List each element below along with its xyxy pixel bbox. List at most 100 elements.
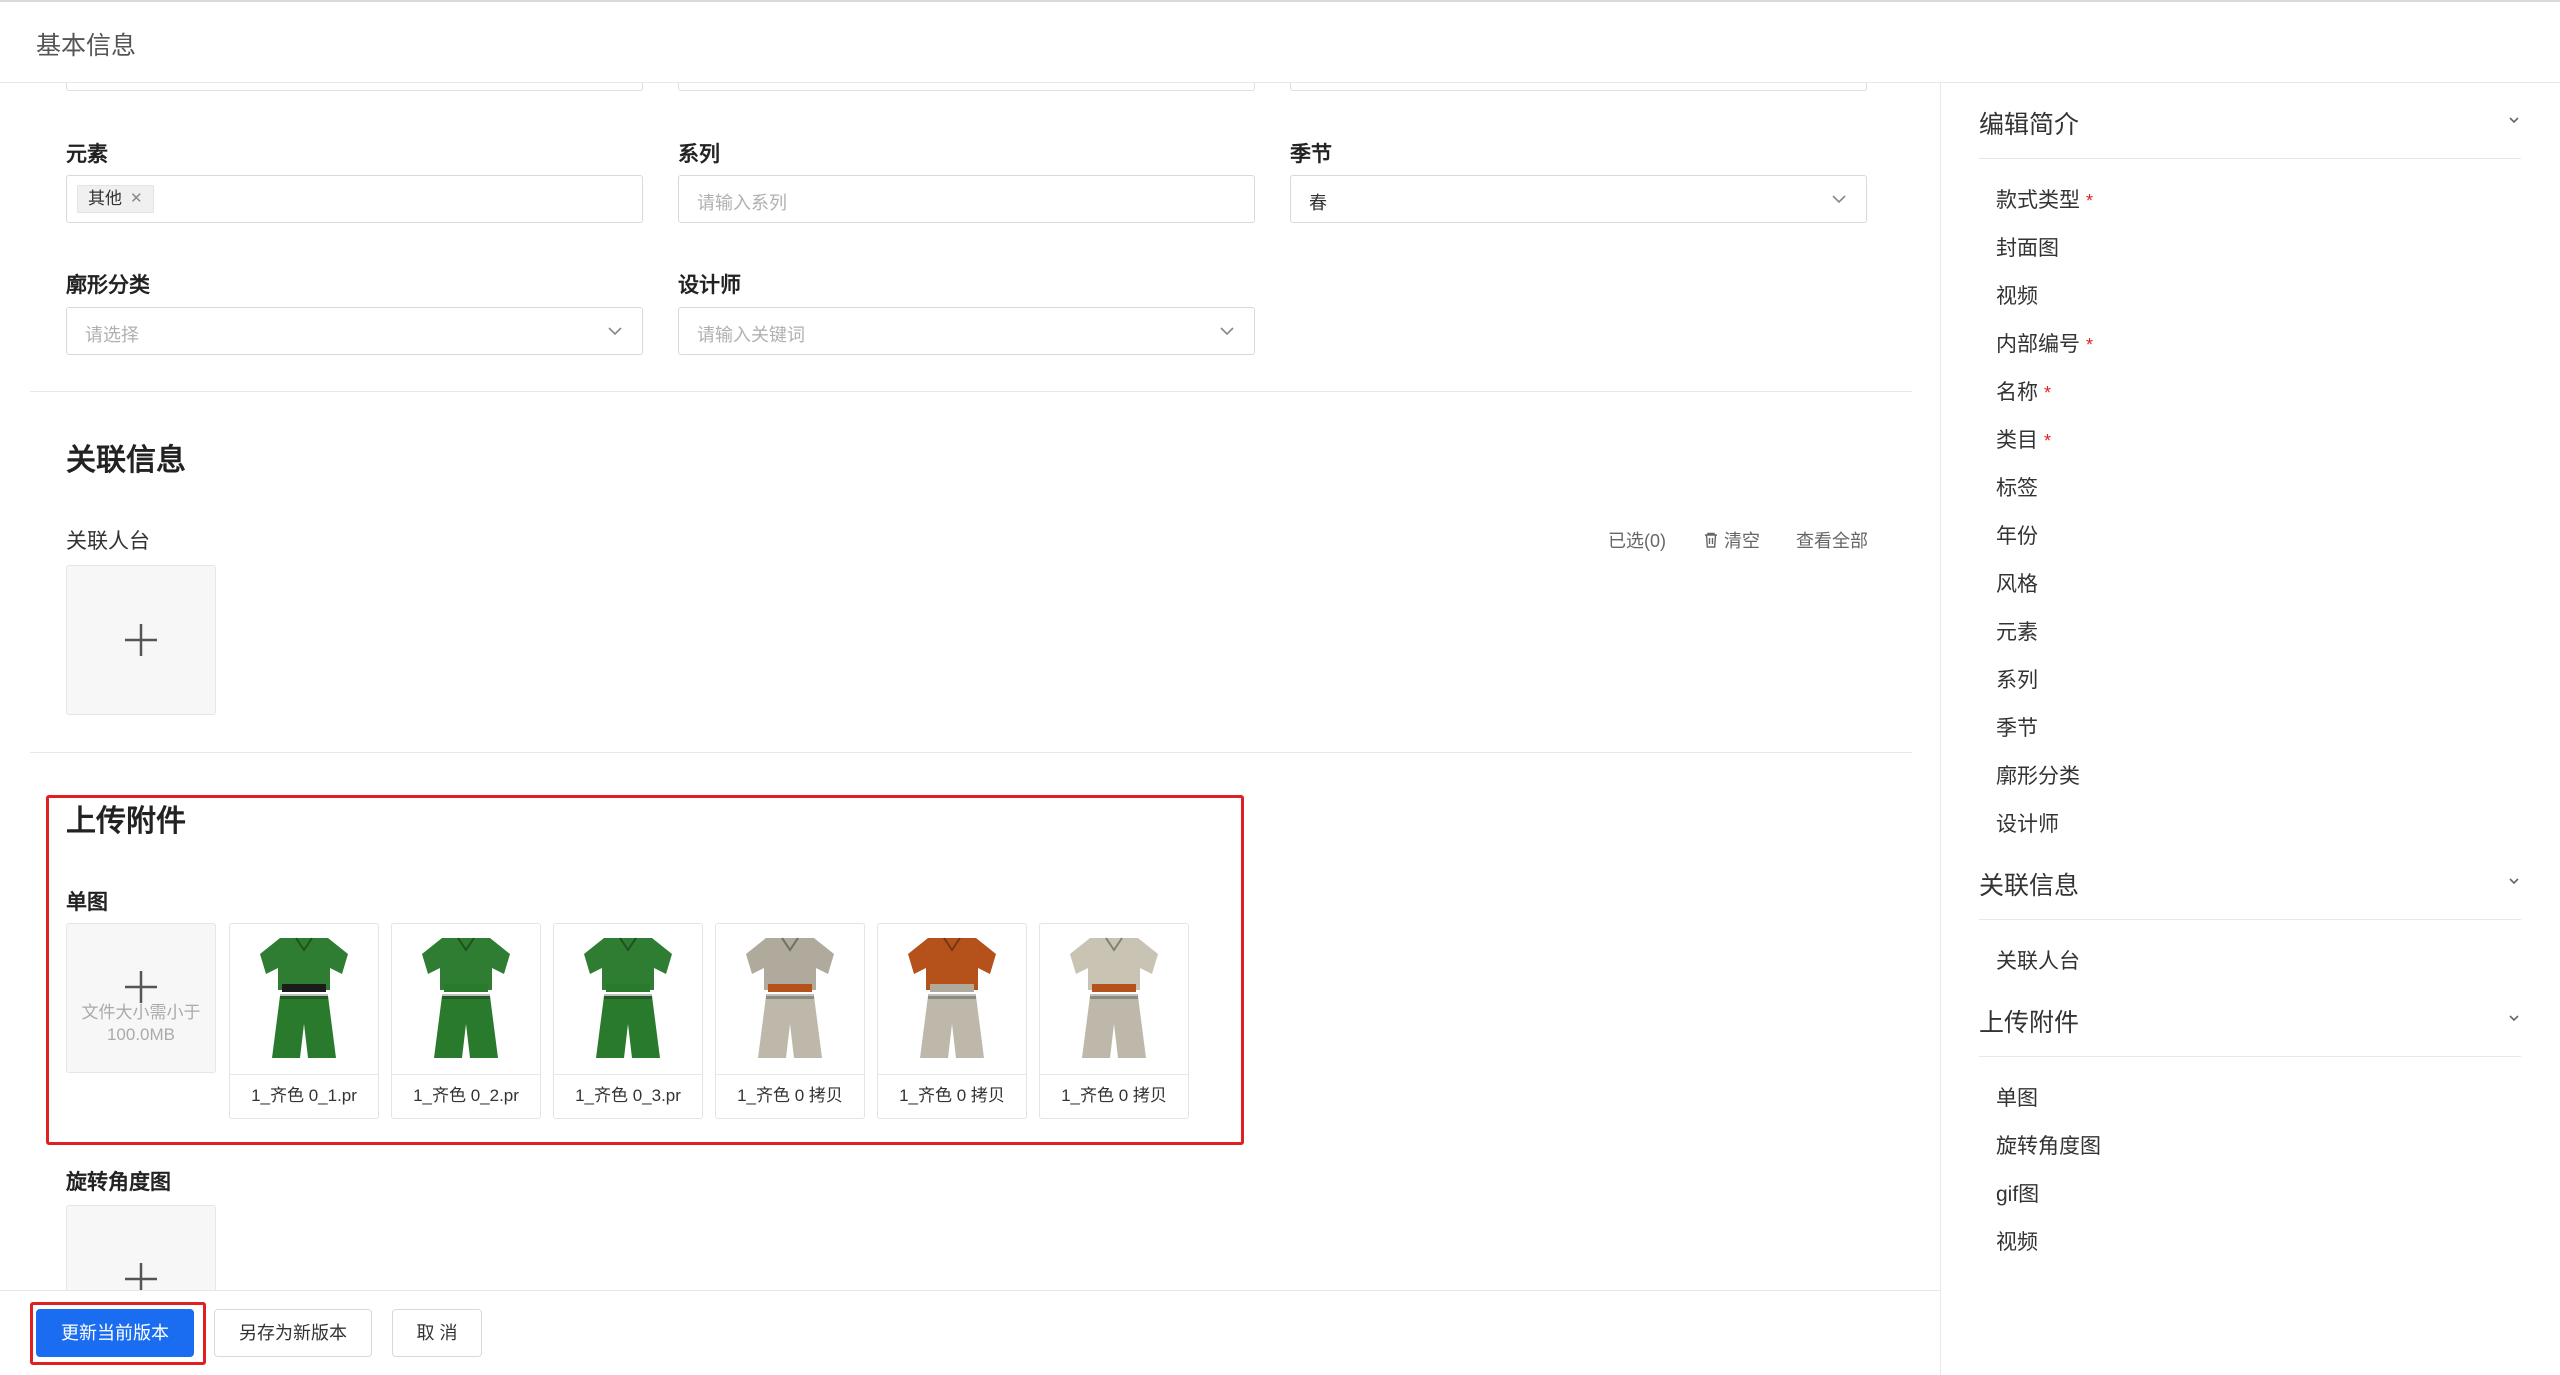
section-divider <box>30 752 1912 753</box>
nav-item-label: 系列 <box>1996 669 2038 692</box>
nav-item-label: 季节 <box>1996 717 2038 740</box>
add-mannequin-button[interactable] <box>66 565 216 715</box>
nav-item-label: 封面图 <box>1996 237 2059 260</box>
nav-item[interactable]: 单图 <box>1996 1082 2038 1112</box>
nav-item[interactable]: 关联人台 <box>1996 945 2080 975</box>
image-thumbnail[interactable]: 1_齐色 0 拷贝 <box>1039 923 1189 1119</box>
nav-item[interactable]: 系列 <box>1996 664 2038 694</box>
nav-item[interactable]: 年份 <box>1996 520 2038 550</box>
nav-group-header[interactable]: 上传附件 <box>1979 1003 2521 1039</box>
top-bar: 基本信息 <box>0 0 2560 83</box>
clear-label: 清空 <box>1724 531 1760 551</box>
nav-item[interactable]: 廓形分类 <box>1996 760 2080 790</box>
nav-item[interactable]: 风格 <box>1996 568 2038 598</box>
nav-group-title: 编辑简介 <box>1979 111 2080 139</box>
nav-item-label: 名称 <box>1996 381 2038 404</box>
nav-item-label: 设计师 <box>1996 813 2059 836</box>
element-field[interactable]: 其他 ✕ <box>66 175 643 223</box>
nav-item[interactable]: 类目 * <box>1996 424 2051 454</box>
section-navigator: 编辑简介 款式类型 * 封面图 视频 内部编号 * 名称 * 类目 * 标签 年份 风格 元素 系列 季节 廓形分… <box>1940 83 2560 1375</box>
image-thumbnail[interactable]: 1_齐色 0_1.pr <box>229 923 379 1119</box>
nav-item[interactable]: 设计师 <box>1996 808 2059 838</box>
clear-button[interactable]: 清空 <box>1702 527 1760 553</box>
season-value: 春 <box>1309 193 1327 213</box>
nav-item-label: 风格 <box>1996 573 2038 596</box>
chevron-down-icon <box>2509 117 2519 124</box>
thumbnail-filename: 1_齐色 0 拷贝 <box>716 1074 864 1118</box>
designer-select[interactable]: 请输入关键词 <box>678 307 1255 355</box>
tag-close-icon[interactable]: ✕ <box>130 186 143 212</box>
plus-icon <box>125 971 157 1003</box>
nav-item[interactable]: 内部编号 * <box>1996 328 2093 358</box>
image-thumbnail[interactable]: 1_齐色 0 拷贝 <box>877 923 1027 1119</box>
upload-hint-line1: 文件大小需小于 <box>81 1003 201 1022</box>
nav-item[interactable]: 元素 <box>1996 616 2038 646</box>
related-section-title: 关联信息 <box>66 444 186 477</box>
cancel-button[interactable]: 取 消 <box>392 1309 482 1357</box>
nav-item-label: 元素 <box>1996 621 2038 644</box>
chevron-down-icon <box>2509 1015 2519 1022</box>
thumbnail-filename: 1_齐色 0 拷贝 <box>1040 1074 1188 1118</box>
nav-item-label: 视频 <box>1996 1231 2038 1254</box>
nav-item-label: 款式类型 <box>1996 189 2080 212</box>
nav-item[interactable]: gif图 <box>1996 1178 2039 1208</box>
page-title: 基本信息 <box>36 32 137 60</box>
nav-group-title: 上传附件 <box>1979 1009 2080 1037</box>
series-input[interactable]: 请输入系列 <box>678 175 1255 223</box>
series-label: 系列 <box>678 143 720 166</box>
nav-item[interactable]: 款式类型 * <box>1996 184 2093 214</box>
nav-item-label: 单图 <box>1996 1087 2038 1110</box>
upload-single-image-button[interactable]: 文件大小需小于 100.0MB <box>66 923 216 1073</box>
image-thumbnail[interactable]: 1_齐色 0 拷贝 <box>715 923 865 1119</box>
save-as-new-version-button[interactable]: 另存为新版本 <box>214 1309 372 1357</box>
upload-size-hint: 文件大小需小于 100.0MB <box>67 1002 215 1046</box>
image-thumbnail[interactable]: 1_齐色 0_2.pr <box>391 923 541 1119</box>
chevron-down-icon <box>2509 878 2519 885</box>
nav-group-title: 关联信息 <box>1979 872 2080 900</box>
nav-item-label: 廓形分类 <box>1996 765 2080 788</box>
season-label: 季节 <box>1290 143 1332 166</box>
designer-placeholder: 请输入关键词 <box>697 325 805 345</box>
nav-group-header[interactable]: 关联信息 <box>1979 866 2521 902</box>
season-select[interactable]: 春 <box>1290 175 1867 223</box>
silhouette-placeholder: 请选择 <box>85 325 139 345</box>
nav-item-label: 关联人台 <box>1996 950 2080 973</box>
silhouette-select[interactable]: 请选择 <box>66 307 643 355</box>
prev-field-1[interactable] <box>66 83 643 91</box>
thumbnail-filename: 1_齐色 0_1.pr <box>230 1074 378 1118</box>
designer-label: 设计师 <box>678 274 741 297</box>
garment-image <box>584 937 672 1058</box>
update-current-version-button[interactable]: 更新当前版本 <box>36 1309 194 1357</box>
nav-item[interactable]: 标签 <box>1996 472 2038 502</box>
nav-group-divider <box>1979 919 2521 920</box>
nav-item-label: 标签 <box>1996 477 2038 500</box>
rotation-image-label: 旋转角度图 <box>66 1171 171 1194</box>
chevron-down-icon <box>1220 327 1234 336</box>
view-all-link[interactable]: 查看全部 <box>1796 527 1868 553</box>
single-image-label: 单图 <box>66 891 108 914</box>
nav-item[interactable]: 封面图 <box>1996 232 2059 262</box>
silhouette-label: 廓形分类 <box>66 274 150 297</box>
nav-group-header[interactable]: 编辑简介 <box>1979 105 2521 141</box>
footer-action-bar: 更新当前版本 另存为新版本 取 消 <box>0 1290 1940 1375</box>
nav-item[interactable]: 视频 <box>1996 1226 2038 1256</box>
series-placeholder: 请输入系列 <box>697 193 787 213</box>
upload-rotation-image-button[interactable] <box>66 1205 216 1290</box>
image-thumbnail[interactable]: 1_齐色 0_3.pr <box>553 923 703 1119</box>
garment-image <box>260 937 348 1058</box>
nav-group-divider <box>1979 1056 2521 1057</box>
garment-image <box>422 937 510 1058</box>
main-form[interactable]: 元素 其他 ✕ 系列 请输入系列 季节 春 廓形分类 请选择 设计师 请输入关键… <box>0 83 1940 1290</box>
required-mark: * <box>2044 431 2052 451</box>
nav-item[interactable]: 旋转角度图 <box>1996 1130 2101 1160</box>
nav-item[interactable]: 视频 <box>1996 280 2038 310</box>
nav-item[interactable]: 名称 * <box>1996 376 2051 406</box>
nav-item-label: 内部编号 <box>1996 333 2080 356</box>
plus-icon <box>125 1263 157 1290</box>
nav-item[interactable]: 季节 <box>1996 712 2038 742</box>
prev-field-3[interactable] <box>1290 83 1867 91</box>
prev-field-2[interactable] <box>678 83 1255 91</box>
section-divider <box>30 391 1912 392</box>
required-mark: * <box>2086 335 2094 355</box>
chevron-down-icon <box>1832 195 1846 204</box>
